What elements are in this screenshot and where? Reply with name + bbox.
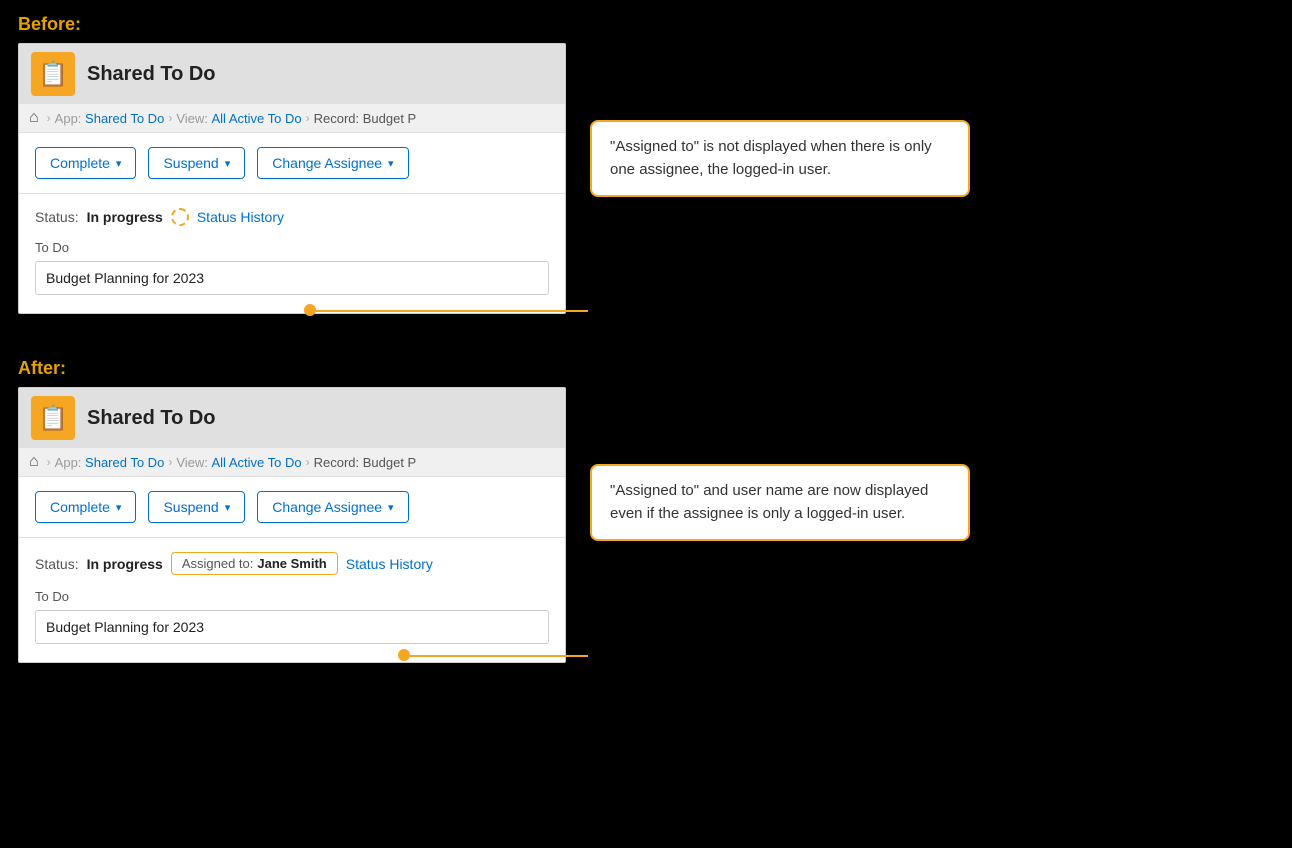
app-icon-after: 📋 xyxy=(31,396,75,440)
assigned-to-name: Jane Smith xyxy=(257,556,326,571)
complete-button-after[interactable]: Complete ▾ xyxy=(35,491,136,523)
connector-before xyxy=(316,310,588,312)
dashed-circle-indicator xyxy=(171,208,189,226)
breadcrumb-view-label-before: View: xyxy=(176,111,208,126)
status-row-before: Status: In progress Status History xyxy=(35,208,549,226)
action-bar-before: Complete ▾ Suspend ▾ Change Assignee ▾ xyxy=(19,133,565,194)
home-icon-before[interactable]: ⌂ xyxy=(29,109,39,127)
app-header-after: 📋 Shared To Do xyxy=(19,388,565,448)
status-history-link-before[interactable]: Status History xyxy=(197,209,284,225)
complete-chevron-before: ▾ xyxy=(116,157,122,170)
breadcrumb-record-before: Record: Budget P xyxy=(314,111,417,126)
field-value-before: Budget Planning for 2023 xyxy=(35,261,549,295)
change-assignee-button-before[interactable]: Change Assignee ▾ xyxy=(257,147,408,179)
suspend-button-before[interactable]: Suspend ▾ xyxy=(148,147,245,179)
breadcrumb-app-link-before[interactable]: Shared To Do xyxy=(85,111,164,126)
app-title-after: Shared To Do xyxy=(87,407,216,430)
suspend-chevron-before: ▾ xyxy=(225,157,231,170)
content-area-after: Status: In progress Assigned to: Jane Sm… xyxy=(19,538,565,662)
breadcrumb-app-label-after: App: xyxy=(55,455,82,470)
suspend-button-after[interactable]: Suspend ▾ xyxy=(148,491,245,523)
change-assignee-chevron-before: ▾ xyxy=(388,157,394,170)
breadcrumb-before: ⌂ › App: Shared To Do › View: All Active… xyxy=(19,104,565,133)
complete-chevron-after: ▾ xyxy=(116,501,122,514)
connector-after xyxy=(410,655,588,657)
assigned-to-label: Assigned to: xyxy=(182,556,254,571)
suspend-chevron-after: ▾ xyxy=(225,501,231,514)
home-icon-after[interactable]: ⌂ xyxy=(29,453,39,471)
app-icon-before: 📋 xyxy=(31,52,75,96)
status-row-after: Status: In progress Assigned to: Jane Sm… xyxy=(35,552,549,575)
status-value-after: In progress xyxy=(87,556,163,572)
after-section: After: 📋 Shared To Do ⌂ › App: Shared To… xyxy=(0,344,1292,663)
app-header-before: 📋 Shared To Do xyxy=(19,44,565,104)
connector-dot-before xyxy=(304,304,316,316)
before-section: Before: 📋 Shared To Do ⌂ › App: Shared T… xyxy=(0,0,1292,314)
action-bar-after: Complete ▾ Suspend ▾ Change Assignee ▾ xyxy=(19,477,565,538)
before-label: Before: xyxy=(0,0,1292,43)
field-label-before: To Do xyxy=(35,240,549,255)
breadcrumb-view-link-after[interactable]: All Active To Do xyxy=(212,455,302,470)
breadcrumb-view-label-after: View: xyxy=(176,455,208,470)
status-label-after: Status: xyxy=(35,556,79,572)
assigned-to-badge: Assigned to: Jane Smith xyxy=(171,552,338,575)
status-history-link-after[interactable]: Status History xyxy=(346,556,433,572)
content-area-before: Status: In progress Status History To Do… xyxy=(19,194,565,313)
complete-button-before[interactable]: Complete ▾ xyxy=(35,147,136,179)
app-title-before: Shared To Do xyxy=(87,63,216,86)
before-panel: 📋 Shared To Do ⌂ › App: Shared To Do › V… xyxy=(18,43,566,314)
status-value-before: In progress xyxy=(87,209,163,225)
breadcrumb-view-link-before[interactable]: All Active To Do xyxy=(212,111,302,126)
status-label-before: Status: xyxy=(35,209,79,225)
after-panel: 📋 Shared To Do ⌂ › App: Shared To Do › V… xyxy=(18,387,566,663)
connector-dot-after xyxy=(398,649,410,661)
change-assignee-button-after[interactable]: Change Assignee ▾ xyxy=(257,491,408,523)
breadcrumb-app-label-before: App: xyxy=(55,111,82,126)
after-annotation-bubble: "Assigned to" and user name are now disp… xyxy=(590,464,970,541)
breadcrumb-app-link-after[interactable]: Shared To Do xyxy=(85,455,164,470)
field-label-after: To Do xyxy=(35,589,549,604)
before-annotation-bubble: "Assigned to" is not displayed when ther… xyxy=(590,120,970,197)
after-label: After: xyxy=(0,344,1292,387)
breadcrumb-record-after: Record: Budget P xyxy=(314,455,417,470)
change-assignee-chevron-after: ▾ xyxy=(388,501,394,514)
field-value-after: Budget Planning for 2023 xyxy=(35,610,549,644)
breadcrumb-after: ⌂ › App: Shared To Do › View: All Active… xyxy=(19,448,565,477)
